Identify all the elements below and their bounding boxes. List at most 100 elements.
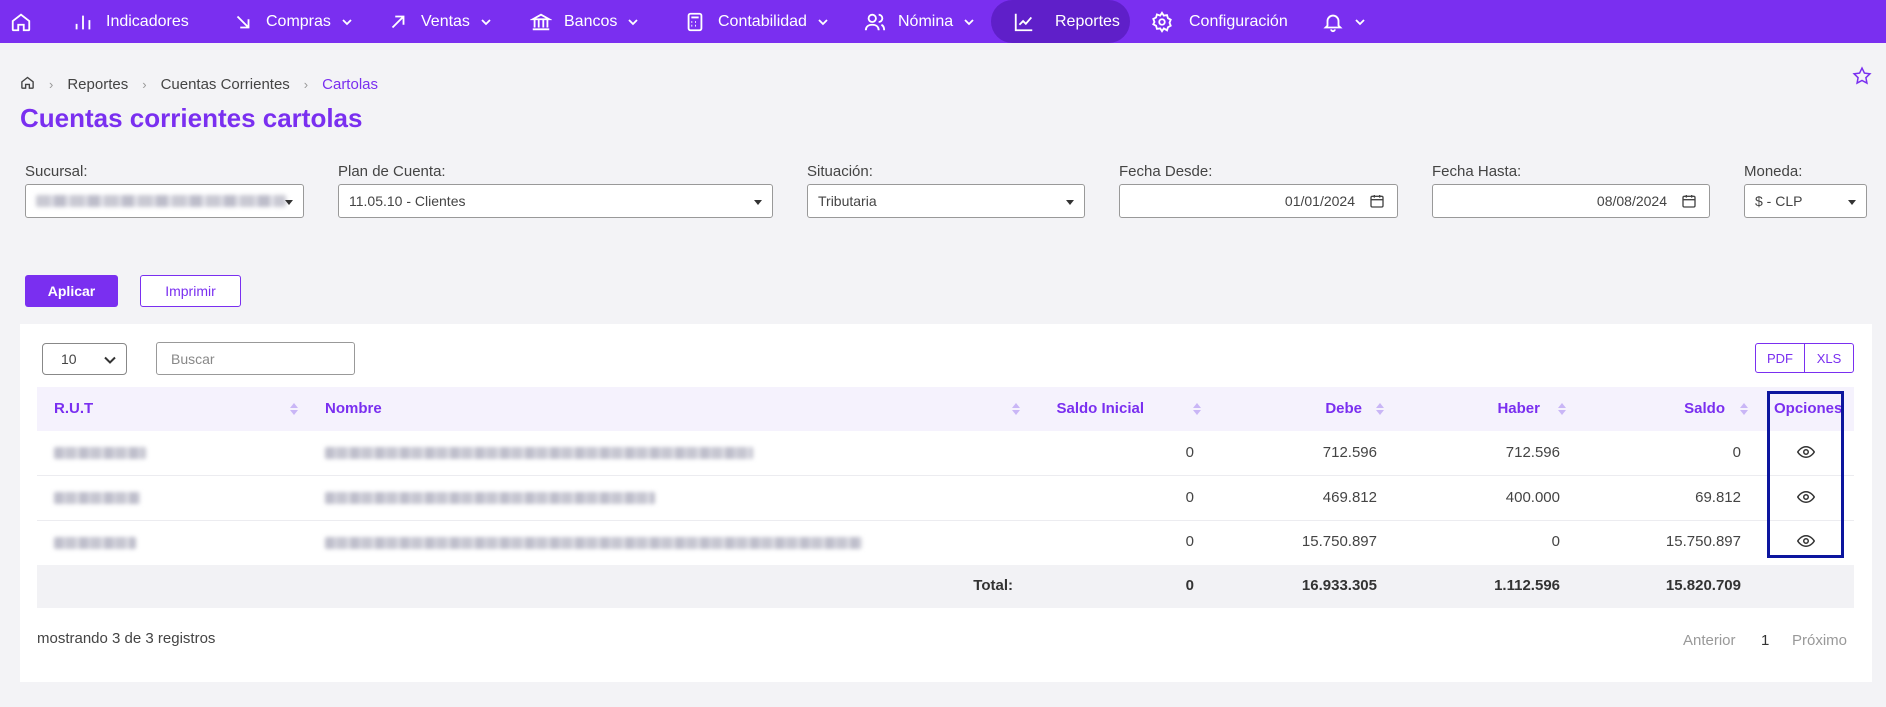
hasta-label: Fecha Hasta: [1432,163,1522,180]
column-header-saldo[interactable]: Saldo [1625,400,1725,417]
total-label: Total: [973,577,1013,594]
pdf-export-button[interactable]: PDF [1755,343,1805,373]
saldo-inicial-cell: 0 [1185,533,1194,550]
plan-value: 11.05.10 - Clientes [349,193,466,209]
nav-ventas[interactable]: Ventas [387,0,492,43]
sort-icon[interactable] [1376,403,1384,415]
table-header [37,387,1854,431]
nav-label: Configuración [1189,12,1288,30]
hasta-date-input[interactable]: 08/08/2024 [1432,184,1710,218]
sort-icon[interactable] [1740,403,1748,415]
breadcrumb-item[interactable]: Cuentas Corrientes [161,76,290,93]
saldo-cell: 0 [1732,444,1741,461]
xls-export-button[interactable]: XLS [1804,343,1854,373]
page-length-select[interactable]: 10 [42,343,127,375]
sucursal-select[interactable] [25,184,304,218]
total-saldo: 15.820.709 [1665,577,1741,594]
chevron-right-icon: › [303,76,309,92]
nav-bancos[interactable]: Bancos [530,0,639,43]
pagination-page[interactable]: 1 [1761,632,1769,649]
sucursal-label: Sucursal: [25,163,88,180]
saldo-cell: 69.812 [1695,489,1741,506]
column-header-saldo-inicial[interactable]: Saldo Inicial [1030,400,1144,417]
bank-icon [530,11,552,33]
sort-icon[interactable] [1012,403,1020,415]
nav-contabilidad[interactable]: Contabilidad [684,0,829,43]
situacion-label: Situación: [807,163,873,180]
column-header-rut[interactable]: R.U.T [54,400,93,417]
pagination-prev[interactable]: Anterior [1683,632,1736,649]
nav-reportes[interactable]: Reportes [1013,0,1120,43]
page-title: Cuentas corrientes cartolas [20,103,363,133]
redacted-name [325,537,862,549]
nav-notifications[interactable] [1322,0,1366,43]
chevron-down-icon [341,16,353,28]
plan-select[interactable]: 11.05.10 - Clientes [338,184,773,218]
column-header-nombre[interactable]: Nombre [325,400,382,417]
column-header-debe[interactable]: Debe [1262,400,1362,417]
search-input[interactable] [156,342,355,375]
debe-cell: 15.750.897 [1301,533,1377,550]
total-debe: 16.933.305 [1301,577,1377,594]
moneda-select[interactable]: $ - CLP [1744,184,1867,218]
arrow-up-right-icon [387,11,409,33]
chevron-down-icon [627,16,639,28]
saldo-inicial-cell: 0 [1185,444,1194,461]
page-length-value: 10 [61,351,77,367]
caret-down-icon [285,200,293,205]
sort-icon[interactable] [1558,403,1566,415]
plan-label: Plan de Cuenta: [338,163,446,180]
redacted-rut [54,537,136,549]
desde-label: Fecha Desde: [1119,163,1213,180]
records-info: mostrando 3 de 3 registros [37,630,216,647]
bell-icon [1322,11,1344,33]
bar-chart-icon [72,11,94,33]
opciones-column-highlight [1767,391,1844,558]
chevron-down-icon [963,16,975,28]
users-icon [864,11,886,33]
chevron-down-icon [104,356,116,364]
top-nav: Indicadores Compras Ventas Bancos Contab… [0,0,1886,43]
nav-label: Compras [266,12,331,30]
desde-date-input[interactable]: 01/01/2024 [1119,184,1398,218]
total-saldo-inicial: 0 [1185,577,1194,594]
nav-indicadores[interactable]: Indicadores [72,0,189,43]
haber-cell: 712.596 [1505,444,1560,461]
redacted-value [36,195,286,207]
sort-icon[interactable] [290,403,298,415]
favorite-star-icon[interactable] [1852,66,1872,86]
sort-icon[interactable] [1193,403,1201,415]
debe-cell: 712.596 [1322,444,1377,461]
nav-home[interactable] [10,0,32,43]
breadcrumb-current: Cartolas [322,75,378,93]
chevron-down-icon [817,16,829,28]
redacted-name [325,492,655,504]
situacion-select[interactable]: Tributaria [807,184,1085,218]
column-header-haber[interactable]: Haber [1440,400,1540,417]
chevron-right-icon: › [49,76,54,92]
line-chart-icon [1013,11,1035,33]
nav-label: Ventas [421,12,470,30]
redacted-rut [54,447,146,459]
desde-value: 01/01/2024 [1284,193,1355,209]
moneda-value: $ - CLP [1755,193,1803,209]
saldo-inicial-cell: 0 [1185,489,1194,506]
print-button[interactable]: Imprimir [140,275,241,307]
nav-label: Nómina [898,12,954,30]
calendar-icon[interactable] [1681,193,1697,209]
nav-compras[interactable]: Compras [232,0,353,43]
redacted-name [325,447,753,459]
nav-nomina[interactable]: Nómina [864,0,975,43]
haber-cell: 400.000 [1505,489,1560,506]
saldo-cell: 15.750.897 [1665,533,1741,550]
home-icon [10,11,32,33]
pagination-next[interactable]: Próximo [1792,632,1847,649]
nav-configuracion[interactable]: Configuración [1151,0,1288,43]
gear-icon [1151,10,1173,33]
apply-button[interactable]: Aplicar [25,275,118,307]
calendar-icon[interactable] [1369,193,1385,209]
breadcrumb-item[interactable]: Reportes [67,76,128,93]
haber-cell: 0 [1551,533,1560,550]
nav-label: Contabilidad [718,12,807,30]
home-icon[interactable] [20,75,35,94]
